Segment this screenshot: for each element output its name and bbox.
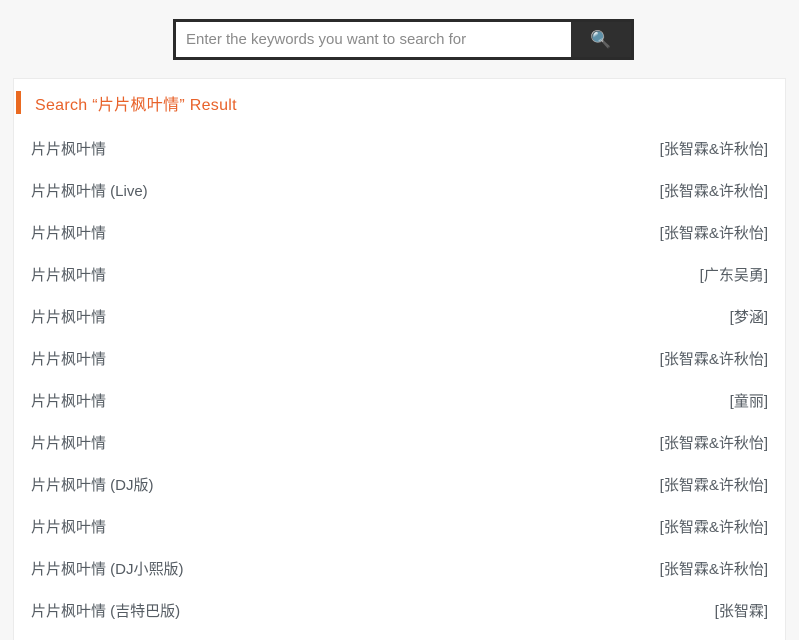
result-artist: [张智霖&许秋怡] <box>659 350 768 368</box>
results-header: Search “片片枫叶情” Result <box>14 79 785 127</box>
result-artist: [张智霖&许秋怡] <box>659 224 768 242</box>
result-title: 片片枫叶情 (DJ版) <box>31 476 154 494</box>
result-artist: [张智霖] <box>714 602 768 620</box>
result-title: 片片枫叶情 <box>31 266 107 284</box>
search-form: 🔍 <box>173 18 634 60</box>
result-row[interactable]: 片片枫叶情 [童丽] <box>14 379 785 421</box>
result-list: 片片枫叶情 [张智霖&许秋怡] 片片枫叶情 (Live) [张智霖&许秋怡] 片片枫叶情… <box>14 127 785 631</box>
result-row[interactable]: 片片枫叶情 [广东吴勇] <box>14 253 785 295</box>
result-artist: [张智霖&许秋怡] <box>659 518 768 536</box>
result-artist: [梦涵] <box>729 308 768 326</box>
result-title: 片片枫叶情 <box>31 350 107 368</box>
result-artist: [童丽] <box>729 392 768 410</box>
result-row[interactable]: 片片枫叶情 (DJ版) [张智霖&许秋怡] <box>14 463 785 505</box>
result-row[interactable]: 片片枫叶情 [张智霖&许秋怡] <box>14 211 785 253</box>
result-title: 片片枫叶情 (吉特巴版) <box>31 602 181 620</box>
result-row[interactable]: 片片枫叶情 [梦涵] <box>14 295 785 337</box>
result-artist: [张智霖&许秋怡] <box>659 434 768 452</box>
result-row[interactable]: 片片枫叶情 (吉特巴版) [张智霖] <box>14 589 785 631</box>
search-results-panel: Search “片片枫叶情” Result 片片枫叶情 [张智霖&许秋怡] 片片枫叶… <box>13 78 786 640</box>
result-title: 片片枫叶情 (Live) <box>31 182 148 200</box>
result-title: 片片枫叶情 <box>31 224 107 242</box>
result-artist: [张智霖&许秋怡] <box>659 182 768 200</box>
result-artist: [张智霖&许秋怡] <box>659 560 768 578</box>
result-row[interactable]: 片片枫叶情 [张智霖&许秋怡] <box>14 127 785 169</box>
result-title: 片片枫叶情 <box>31 308 107 326</box>
result-row[interactable]: 片片枫叶情 [张智霖&许秋怡] <box>14 505 785 547</box>
result-row[interactable]: 片片枫叶情 (DJ小熙版) [张智霖&许秋怡] <box>14 547 785 589</box>
result-artist: [广东吴勇] <box>699 266 768 284</box>
result-row[interactable]: 片片枫叶情 [张智霖&许秋怡] <box>14 421 785 463</box>
result-row[interactable]: 片片枫叶情 [张智霖&许秋怡] <box>14 337 785 379</box>
search-input[interactable] <box>173 18 571 60</box>
result-title: 片片枫叶情 <box>31 140 107 158</box>
search-bar: 🔍 <box>0 0 799 78</box>
page-title: Search “片片枫叶情” Result <box>35 97 237 114</box>
result-artist: [张智霖&许秋怡] <box>659 476 768 494</box>
result-title: 片片枫叶情 <box>31 518 107 536</box>
result-title: 片片枫叶情 <box>31 392 107 410</box>
header-accent-bar <box>16 91 21 114</box>
search-icon: 🔍 <box>590 29 612 49</box>
result-title: 片片枫叶情 (DJ小熙版) <box>31 560 184 578</box>
search-button[interactable]: 🔍 <box>571 18 634 60</box>
result-title: 片片枫叶情 <box>31 434 107 452</box>
result-artist: [张智霖&许秋怡] <box>659 140 768 158</box>
result-row[interactable]: 片片枫叶情 (Live) [张智霖&许秋怡] <box>14 169 785 211</box>
